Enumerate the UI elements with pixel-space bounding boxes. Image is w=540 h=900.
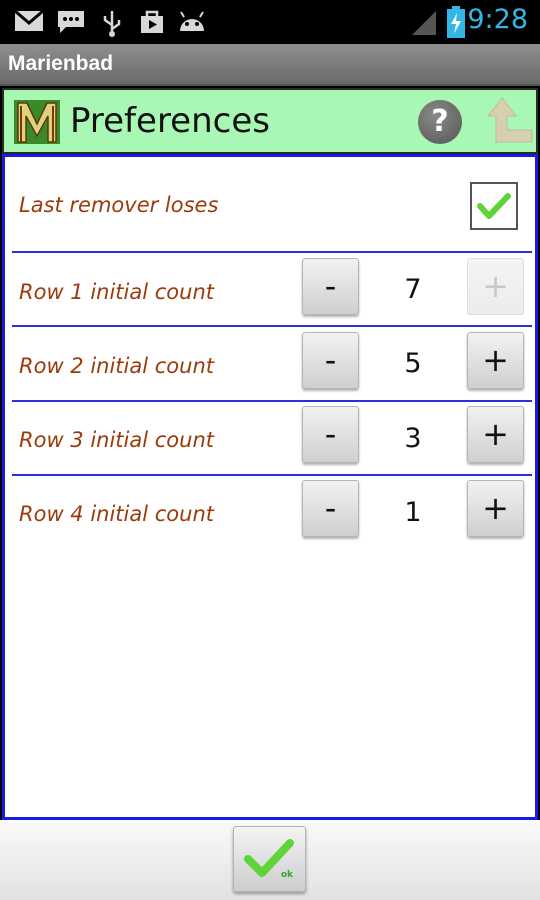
android-icon: [180, 11, 204, 31]
checkmark-icon: [244, 839, 294, 877]
app-title-bar: Marienbad: [0, 44, 540, 86]
row-3-value: 3: [404, 423, 422, 454]
page-title: Preferences: [70, 101, 270, 141]
usb-icon: [103, 11, 121, 37]
signal-icon: [412, 11, 436, 35]
gmail-icon: [14, 9, 44, 31]
row-4-value: 1: [404, 497, 422, 528]
messaging-icon: [58, 11, 84, 33]
preferences-header: Preferences ?: [2, 88, 538, 154]
divider: [12, 400, 532, 402]
row-3-increment-button[interactable]: +: [467, 406, 524, 463]
marienbad-logo-icon: [14, 100, 60, 144]
row-1-value: 7: [404, 274, 422, 305]
row-3-label: Row 3 initial count: [19, 428, 214, 452]
last-remover-checkbox[interactable]: [470, 182, 518, 230]
row-1-label: Row 1 initial count: [19, 280, 214, 304]
row-3-decrement-button[interactable]: -: [302, 406, 359, 463]
app-title: Marienbad: [8, 52, 114, 75]
back-arrow-icon[interactable]: [480, 94, 536, 148]
checkmark-icon: [477, 193, 511, 219]
ok-label: ok: [280, 870, 293, 880]
row-4-increment-button[interactable]: +: [467, 480, 524, 537]
row-2-label: Row 2 initial count: [19, 354, 214, 378]
row-4-label: Row 4 initial count: [19, 502, 214, 526]
row-2-value: 5: [404, 348, 422, 379]
divider: [12, 251, 532, 253]
row-2-increment-button[interactable]: +: [467, 332, 524, 389]
divider: [12, 325, 532, 327]
preferences-panel: Last remover loses Row 1 initial count -…: [2, 154, 538, 820]
divider: [12, 474, 532, 476]
battery-icon: [447, 6, 465, 38]
clock: 9:28: [467, 4, 528, 35]
row-1-decrement-button[interactable]: -: [302, 258, 359, 315]
ok-button[interactable]: ok: [233, 826, 306, 892]
last-remover-label: Last remover loses: [19, 193, 219, 217]
status-bar: 9:28: [0, 0, 540, 44]
row-1-increment-button[interactable]: +: [467, 258, 524, 315]
bottom-bar: ok: [0, 820, 540, 900]
help-button[interactable]: ?: [418, 100, 462, 144]
media-icon: [141, 10, 163, 33]
row-2-decrement-button[interactable]: -: [302, 332, 359, 389]
row-4-decrement-button[interactable]: -: [302, 480, 359, 537]
